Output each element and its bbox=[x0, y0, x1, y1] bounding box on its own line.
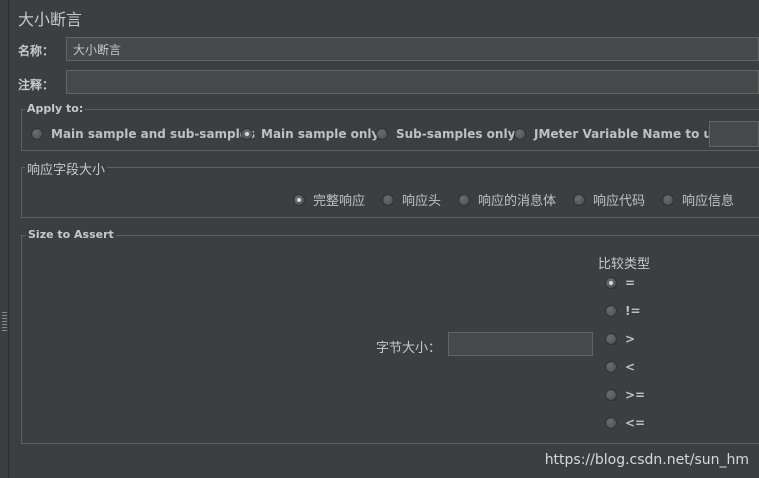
radio-button-icon bbox=[605, 305, 617, 317]
radio-response-headers[interactable]: 响应头 bbox=[382, 190, 441, 209]
radio-label: Main sample only bbox=[261, 127, 380, 141]
radio-greater-than[interactable]: > bbox=[605, 332, 635, 346]
radio-label: <= bbox=[625, 416, 646, 430]
radio-greater-or-equal[interactable]: >= bbox=[605, 388, 645, 402]
radio-jmeter-variable[interactable]: JMeter Variable Name to use bbox=[514, 127, 727, 141]
name-input[interactable] bbox=[66, 37, 759, 61]
left-splitter[interactable] bbox=[0, 0, 9, 478]
radio-label: 完整响应 bbox=[313, 194, 366, 209]
radio-less-than[interactable]: < bbox=[605, 360, 635, 374]
radio-label: = bbox=[625, 276, 636, 290]
radio-label: 响应代码 bbox=[593, 194, 646, 209]
radio-button-icon bbox=[573, 193, 585, 206]
radio-label: 响应头 bbox=[402, 194, 442, 209]
page-title: 大小断言 bbox=[18, 10, 83, 29]
byte-size-label: 字节大小： bbox=[376, 341, 442, 356]
radio-button-checked-icon bbox=[241, 128, 253, 140]
radio-button-checked-icon bbox=[293, 193, 305, 206]
apply-to-legend: Apply to: bbox=[25, 102, 86, 115]
byte-size-input[interactable] bbox=[448, 332, 593, 356]
radio-label: Main sample and sub-samples bbox=[51, 127, 256, 141]
radio-label: < bbox=[625, 360, 636, 374]
size-to-assert-legend: Size to Assert bbox=[26, 228, 116, 241]
comparison-type-label: 比较类型 bbox=[598, 257, 651, 272]
radio-label: != bbox=[625, 304, 641, 318]
radio-main-and-sub[interactable]: Main sample and sub-samples bbox=[31, 127, 255, 141]
comment-input[interactable] bbox=[66, 70, 759, 94]
radio-response-code[interactable]: 响应代码 bbox=[573, 190, 645, 209]
radio-button-checked-icon bbox=[605, 277, 617, 289]
radio-button-icon bbox=[605, 417, 617, 429]
radio-label: > bbox=[625, 332, 636, 346]
radio-button-icon bbox=[605, 389, 617, 401]
splitter-grip-icon[interactable] bbox=[2, 312, 7, 332]
radio-button-icon bbox=[458, 193, 470, 206]
radio-button-icon bbox=[662, 193, 674, 206]
radio-button-icon bbox=[382, 193, 394, 206]
name-label: 名称： bbox=[18, 44, 55, 58]
radio-label: >= bbox=[625, 388, 646, 402]
radio-response-message[interactable]: 响应信息 bbox=[662, 190, 734, 209]
radio-full-response[interactable]: 完整响应 bbox=[293, 190, 365, 209]
radio-label: JMeter Variable Name to use bbox=[534, 127, 728, 141]
radio-response-body[interactable]: 响应的消息体 bbox=[458, 190, 556, 209]
radio-not-equals[interactable]: != bbox=[605, 304, 641, 318]
radio-main-only[interactable]: Main sample only bbox=[241, 127, 379, 141]
radio-button-icon bbox=[514, 128, 526, 140]
radio-equals[interactable]: = bbox=[605, 276, 635, 290]
watermark-text: https://blog.csdn.net/sun_hm bbox=[544, 452, 749, 468]
radio-button-icon bbox=[31, 128, 43, 140]
radio-sub-only[interactable]: Sub-samples only bbox=[376, 127, 515, 141]
radio-label: 响应信息 bbox=[682, 194, 735, 209]
radio-button-icon bbox=[605, 361, 617, 373]
radio-label: 响应的消息体 bbox=[478, 194, 557, 209]
radio-less-or-equal[interactable]: <= bbox=[605, 416, 645, 430]
jmeter-variable-input[interactable] bbox=[709, 121, 759, 147]
radio-label: Sub-samples only bbox=[396, 127, 516, 141]
radio-button-icon bbox=[376, 128, 388, 140]
response-field-legend: 响应字段大小 bbox=[25, 159, 108, 178]
radio-button-icon bbox=[605, 333, 617, 345]
comment-label: 注释： bbox=[18, 78, 55, 92]
